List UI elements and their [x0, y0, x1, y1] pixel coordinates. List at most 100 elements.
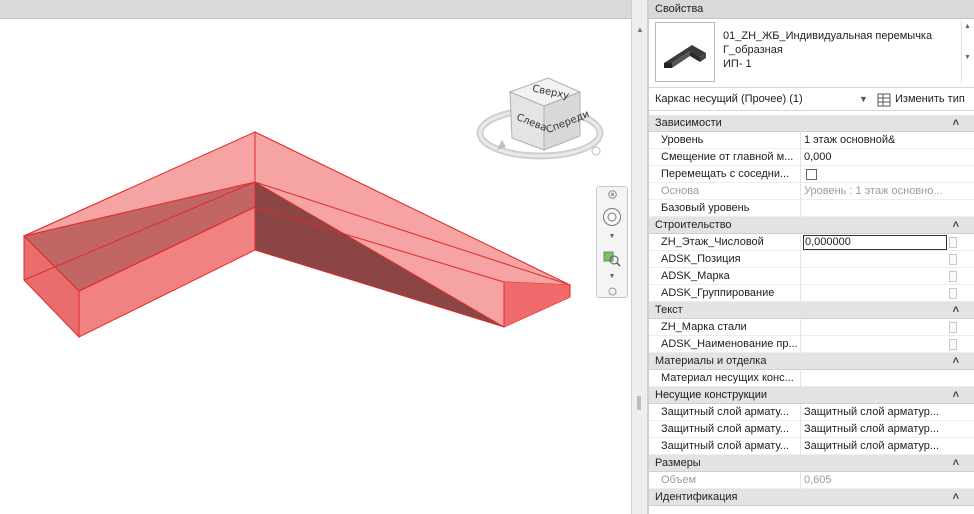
column-divider: [800, 285, 801, 302]
column-divider: [800, 132, 801, 149]
category-header[interactable]: Строительство ˄: [649, 217, 974, 234]
property-name: ADSK_Группирование: [661, 287, 775, 299]
property-name: Материал несущих конс...: [661, 372, 794, 384]
column-divider: [800, 234, 801, 251]
type-name: 01_ZH_ЖБ_Индивидуальная перемычка Г_обра…: [723, 29, 932, 71]
column-divider: [800, 319, 801, 336]
navigation-bar: ▼ ▼: [596, 186, 628, 298]
zoom-dropdown-icon[interactable]: ▼: [597, 271, 627, 281]
steering-wheel-icon[interactable]: [597, 205, 627, 229]
type-selector[interactable]: 01_ZH_ЖБ_Индивидуальная перемычка Г_обра…: [649, 19, 974, 86]
column-divider: [800, 166, 801, 183]
property-value[interactable]: Защитный слой арматур...: [803, 421, 947, 438]
property-name: Защитный слой армату...: [661, 423, 789, 435]
column-divider: [800, 149, 801, 166]
associate-parameter-button[interactable]: [949, 237, 957, 248]
scroll-up-icon[interactable]: ▲: [634, 24, 646, 36]
property-row[interactable]: Защитный слой армату... Защитный слой арм…: [649, 438, 974, 455]
associate-parameter-button[interactable]: [949, 339, 957, 350]
viewcube-home-icon[interactable]: [591, 146, 601, 156]
edit-type-icon: [877, 93, 891, 106]
category-header[interactable]: Материалы и отделка ˄: [649, 353, 974, 370]
property-value[interactable]: Защитный слой арматур...: [803, 438, 947, 455]
column-divider: [800, 183, 801, 200]
zoom-region-icon[interactable]: [597, 247, 627, 269]
property-name: ZH_Марка стали: [661, 321, 747, 333]
property-row[interactable]: Основа Уровень : 1 этаж основно...: [649, 183, 974, 200]
category-label: Зависимости: [655, 117, 722, 129]
category-label: Строительство: [655, 219, 732, 231]
panel-splitter[interactable]: ▲: [631, 0, 648, 514]
collapse-icon[interactable]: ˄: [953, 115, 959, 132]
collapse-icon[interactable]: ˄: [953, 217, 959, 234]
properties-panel: Свойства 01_ZH_ЖБ_Индивидуальная перемыч…: [648, 0, 974, 514]
collapse-icon[interactable]: ˄: [953, 302, 959, 319]
model-scene[interactable]: Сверху Слева Спереди: [0, 0, 631, 514]
property-row[interactable]: ZH_Марка стали: [649, 319, 974, 336]
property-row[interactable]: Защитный слой армату... Защитный слой арм…: [649, 404, 974, 421]
edit-type-label: Изменить тип: [895, 93, 965, 105]
property-value[interactable]: 0,000: [803, 149, 947, 166]
property-name: Объем: [661, 474, 697, 486]
category-header[interactable]: Зависимости ˄: [649, 115, 974, 132]
property-row[interactable]: Уровень 1 этаж основной&: [649, 132, 974, 149]
associate-parameter-button[interactable]: [949, 254, 957, 265]
beam-end-cap: [504, 282, 570, 327]
category-header[interactable]: Размеры ˄: [649, 455, 974, 472]
close-icon[interactable]: [597, 187, 627, 201]
3d-viewport[interactable]: Сверху Слева Спереди ▼ ▼: [0, 0, 631, 514]
property-value[interactable]: Защитный слой арматур...: [803, 404, 947, 421]
property-name: Основа: [661, 185, 700, 197]
property-name: Перемещать с соседни...: [661, 168, 790, 180]
property-value: Уровень : 1 этаж основно...: [804, 185, 943, 197]
properties-title: Свойства: [649, 0, 974, 19]
viewcube[interactable]: Сверху Слева Спереди: [476, 77, 604, 160]
l-beam-preview-icon: [664, 45, 706, 68]
category-header[interactable]: Идентификация ˄: [649, 489, 974, 506]
property-row[interactable]: ZH_Этаж_Числовой 0,000000: [649, 234, 974, 251]
associate-parameter-button[interactable]: [949, 288, 957, 299]
column-divider: [800, 268, 801, 285]
property-checkbox[interactable]: [806, 169, 817, 180]
associate-parameter-button[interactable]: [949, 322, 957, 333]
collapse-icon[interactable]: ˄: [953, 353, 959, 370]
scroll-down-icon[interactable]: ▼: [962, 52, 973, 83]
l-shaped-lintel[interactable]: [23, 131, 572, 339]
column-divider: [800, 336, 801, 353]
category-header[interactable]: Несущие конструкции ˄: [649, 387, 974, 404]
collapse-icon[interactable]: ˄: [953, 489, 959, 506]
property-value: 0,605: [804, 474, 832, 486]
property-row[interactable]: Смещение от главной м... 0,000: [649, 149, 974, 166]
property-name: ADSK_Марка: [661, 270, 730, 282]
property-row[interactable]: Объем 0,605: [649, 472, 974, 489]
property-row[interactable]: Базовый уровень: [649, 200, 974, 217]
property-row[interactable]: Перемещать с соседни...: [649, 166, 974, 183]
scroll-up-icon[interactable]: ▲: [962, 21, 973, 52]
property-name: ZH_Этаж_Числовой: [661, 236, 764, 248]
type-name-line1: 01_ZH_ЖБ_Индивидуальная перемычка: [723, 30, 933, 42]
category-header[interactable]: Текст ˄: [649, 302, 974, 319]
type-scrollbar[interactable]: ▲ ▼: [961, 21, 973, 83]
property-row[interactable]: ADSK_Позиция: [649, 251, 974, 268]
instance-filter-dropdown[interactable]: Каркас несущий (Прочее) (1): [655, 88, 871, 111]
collapse-icon[interactable]: ˄: [953, 387, 959, 404]
property-row[interactable]: ADSK_Марка: [649, 268, 974, 285]
property-name: Смещение от главной м...: [661, 151, 794, 163]
property-row[interactable]: Защитный слой армату... Защитный слой арм…: [649, 421, 974, 438]
wheel-dropdown-icon[interactable]: ▼: [597, 231, 627, 241]
property-value-input[interactable]: 0,000000: [803, 235, 947, 250]
property-value[interactable]: 1 этаж основной&: [803, 132, 947, 149]
splitter-grip-icon[interactable]: [637, 396, 641, 410]
column-divider: [800, 200, 801, 217]
chevron-down-icon[interactable]: ▼: [859, 88, 868, 111]
property-name: Защитный слой армату...: [661, 440, 789, 452]
column-divider: [800, 421, 801, 438]
category-label: Материалы и отделка: [655, 355, 767, 367]
property-row[interactable]: ADSK_Группирование: [649, 285, 974, 302]
property-row[interactable]: ADSK_Наименование пр...: [649, 336, 974, 353]
collapse-icon[interactable]: ˄: [953, 455, 959, 472]
navbar-options-icon[interactable]: [597, 284, 627, 298]
property-row[interactable]: Материал несущих конс...: [649, 370, 974, 387]
associate-parameter-button[interactable]: [949, 271, 957, 282]
edit-type-button[interactable]: Изменить тип: [873, 88, 969, 111]
